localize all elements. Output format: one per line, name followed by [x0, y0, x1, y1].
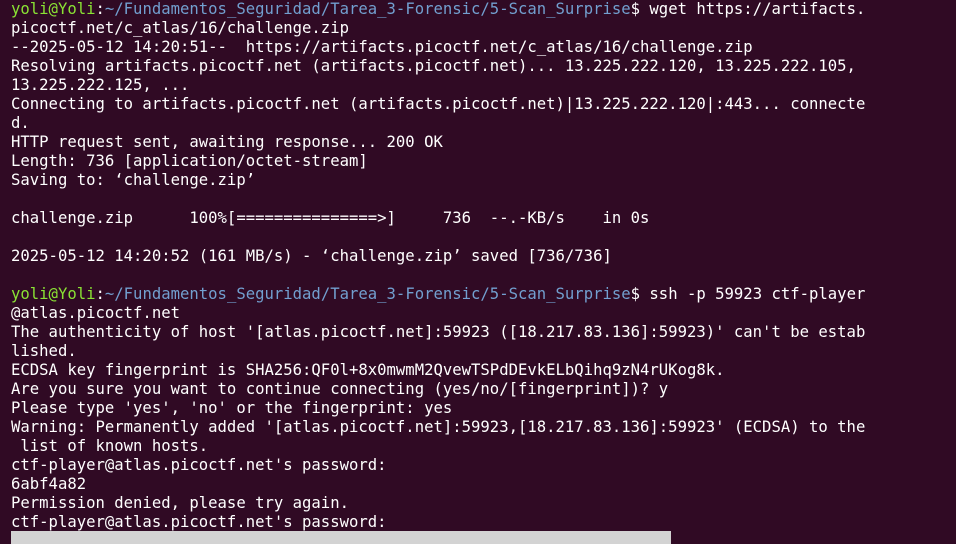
output-line: Are you sure you want to continue connec… — [11, 380, 669, 398]
output-line: 6abf4a82 — [11, 475, 87, 493]
output-line: challenge.zip 100%[===============>] 736… — [11, 209, 650, 227]
output-line: lished. — [11, 342, 77, 360]
output-line: ECDSA key fingerprint is SHA256:QF0l+8x0… — [11, 361, 725, 379]
command-text: wget https://artifacts. — [640, 0, 866, 18]
output-line: Warning: Permanently added '[atlas.picoc… — [11, 418, 866, 436]
prompt-path: ~/Fundamentos_Seguridad/Tarea_3-Forensic… — [104, 0, 631, 18]
prompt-user: yoli@Yoli — [11, 285, 96, 303]
prompt-line: yoli@Yoli:~/Fundamentos_Seguridad/Tarea_… — [11, 0, 956, 19]
prompt-user: yoli@Yoli — [11, 0, 96, 18]
output-line: Please type 'yes', 'no' or the fingerpri… — [11, 399, 453, 417]
output-line: ctf-player@atlas.picoctf.net's password: — [11, 513, 387, 531]
output-line: The authenticity of host '[atlas.picoctf… — [11, 323, 866, 341]
output-line: 13.225.222.125, ... — [11, 76, 190, 94]
output-line: d. — [11, 114, 30, 132]
prompt-line: yoli@Yoli:~/Fundamentos_Seguridad/Tarea_… — [11, 285, 956, 304]
prompt-symbol: $ — [630, 0, 641, 18]
output-line: Permission denied, please try again. — [11, 494, 349, 512]
prompt-separator: : — [95, 285, 105, 303]
output-line: HTTP request sent, awaiting response... … — [11, 133, 443, 151]
output-line: 2025-05-12 14:20:52 (161 MB/s) - ‘challe… — [11, 247, 612, 265]
prompt-symbol: $ — [630, 285, 641, 303]
output-line: --2025-05-12 14:20:51-- https://artifact… — [11, 38, 753, 56]
prompt-path: ~/Fundamentos_Seguridad/Tarea_3-Forensic… — [104, 285, 631, 303]
prompt-separator: : — [95, 0, 105, 18]
output-line: Connecting to artifacts.picoctf.net (art… — [11, 95, 866, 113]
output-line: picoctf.net/c_atlas/16/challenge.zip — [11, 19, 349, 37]
selection-highlight — [11, 531, 671, 544]
terminal-output: yoli@Yoli:~/Fundamentos_Seguridad/Tarea_… — [11, 0, 956, 532]
output-line: list of known hosts. — [11, 437, 209, 455]
output-line: ctf-player@atlas.picoctf.net's password: — [11, 456, 387, 474]
output-line: Length: 736 [application/octet-stream] — [11, 152, 368, 170]
output-line: @atlas.picoctf.net — [11, 304, 180, 322]
command-text: ssh -p 59923 ctf-player — [640, 285, 866, 303]
output-line: Saving to: ‘challenge.zip’ — [11, 171, 256, 189]
terminal-window[interactable]: yoli@Yoli:~/Fundamentos_Seguridad/Tarea_… — [0, 0, 956, 544]
output-line: Resolving artifacts.picoctf.net (artifac… — [11, 57, 856, 75]
